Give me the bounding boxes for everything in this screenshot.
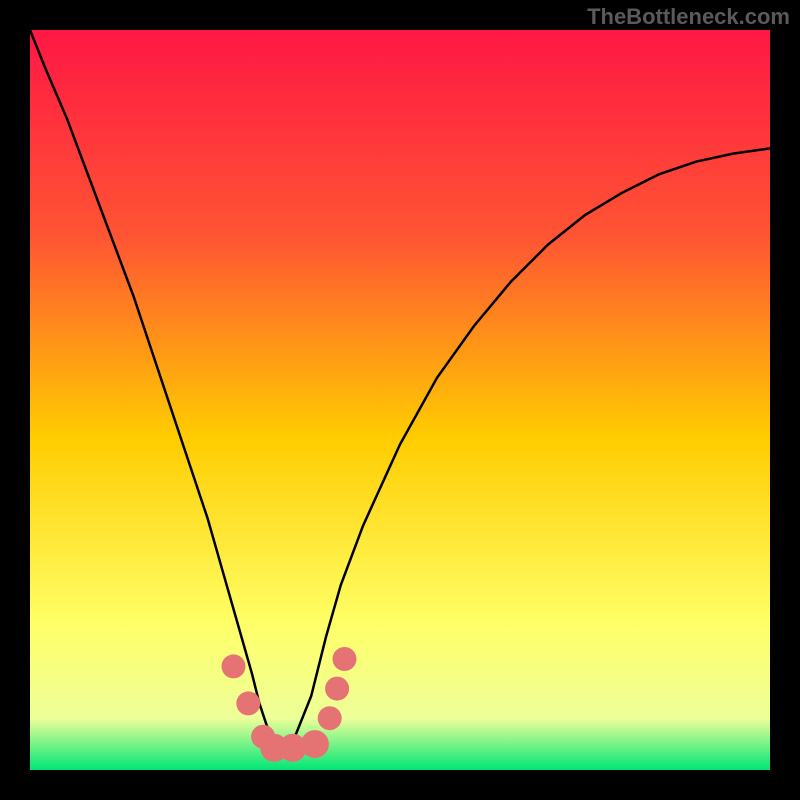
gradient-background (30, 30, 770, 770)
curve-marker (301, 730, 329, 758)
chart-svg (30, 30, 770, 770)
curve-marker (333, 647, 357, 671)
curve-marker (318, 706, 342, 730)
chart-plot-area (30, 30, 770, 770)
curve-marker (222, 654, 246, 678)
watermark-text: TheBottleneck.com (587, 4, 790, 30)
curve-marker (325, 677, 349, 701)
curve-marker (236, 691, 260, 715)
